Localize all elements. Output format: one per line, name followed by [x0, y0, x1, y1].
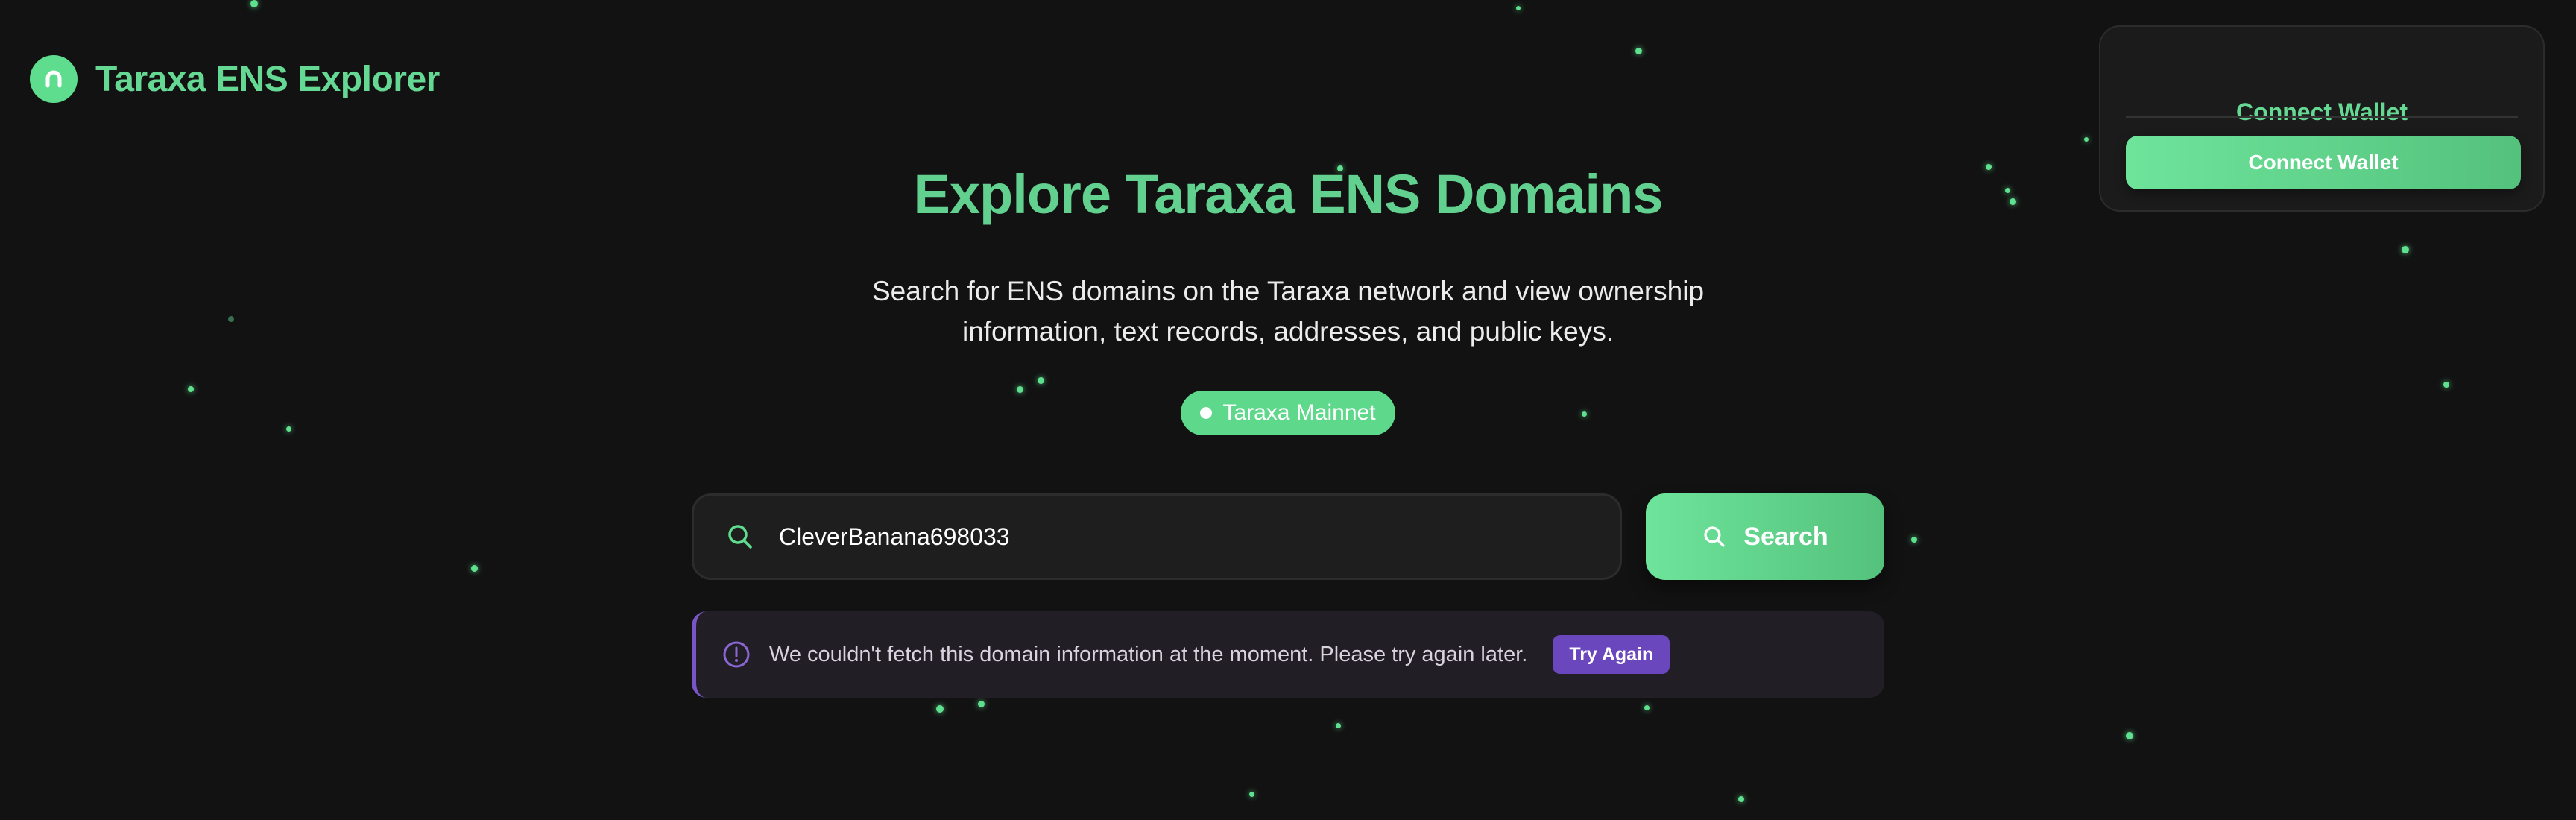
search-icon	[1702, 524, 1727, 549]
error-alert: We couldn't fetch this domain informatio…	[692, 611, 1884, 698]
brand-logo[interactable]: Taraxa ENS Explorer	[30, 55, 440, 103]
page-subtitle: Search for ENS domains on the Taraxa net…	[745, 271, 1831, 352]
arch-icon	[30, 55, 78, 103]
search-button[interactable]: Search	[1646, 493, 1884, 580]
app-title: Taraxa ENS Explorer	[95, 59, 440, 99]
subtitle-line: Search for ENS domains on the Taraxa net…	[871, 276, 1705, 306]
search-input[interactable]	[777, 522, 1600, 552]
status-dot-icon	[1200, 407, 1213, 419]
alert-circle-icon	[722, 640, 751, 669]
page: Taraxa ENS Explorer Connect Wallet Conne…	[0, 0, 2576, 820]
page-title: Explore Taraxa ENS Domains	[913, 163, 1664, 225]
wallet-panel-title: Connect Wallet	[2236, 98, 2408, 125]
subtitle-line: information, text records, addresses, an…	[962, 316, 1614, 347]
network-badge: Taraxa Mainnet	[1181, 391, 1395, 435]
try-again-button[interactable]: Try Again	[1553, 635, 1670, 674]
error-message: We couldn't fetch this domain informatio…	[769, 642, 1528, 666]
network-badge-label: Taraxa Mainnet	[1222, 400, 1376, 425]
search-box[interactable]	[692, 493, 1622, 580]
divider	[2126, 116, 2518, 118]
search-button-label: Search	[1743, 522, 1828, 551]
search-icon	[725, 522, 755, 552]
